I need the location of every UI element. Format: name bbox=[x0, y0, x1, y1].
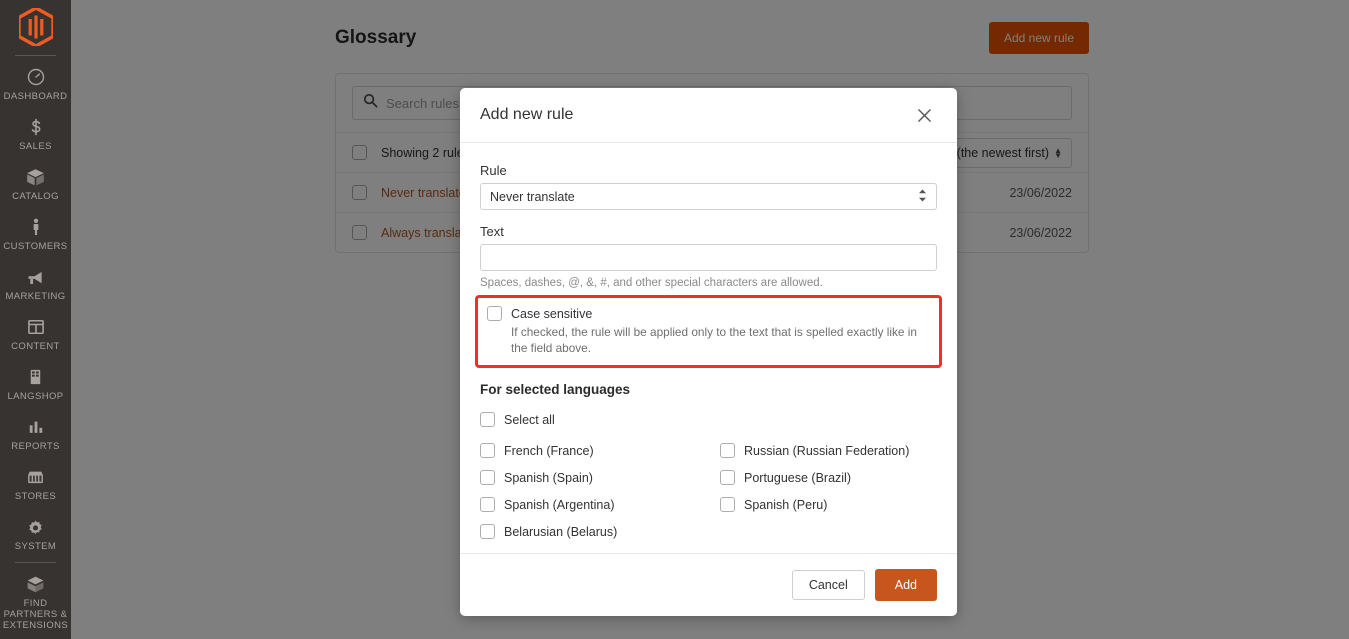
sidebar-item-label: REPORTS bbox=[11, 441, 60, 453]
select-all-languages-checkbox[interactable] bbox=[480, 412, 495, 427]
sidebar-item-label: LANGSHOP bbox=[7, 391, 64, 403]
extension-box-icon bbox=[25, 573, 46, 595]
person-icon bbox=[26, 216, 46, 238]
magento-logo-icon bbox=[18, 7, 53, 46]
modal-header: Add new rule bbox=[460, 88, 957, 143]
gauge-icon bbox=[26, 66, 46, 88]
rule-field-label: Rule bbox=[480, 163, 507, 178]
language-item[interactable]: Spanish (Peru) bbox=[720, 497, 937, 512]
select-all-languages-row[interactable]: Select all bbox=[480, 412, 937, 427]
languages-section-title: For selected languages bbox=[480, 382, 631, 397]
rule-select[interactable]: Never translate bbox=[480, 183, 937, 210]
sidebar-item-find-partners-extensions[interactable]: FIND PARTNERS & EXTENSIONS bbox=[0, 567, 71, 639]
languages-grid: French (France) Russian (Russian Federat… bbox=[480, 443, 937, 539]
app-root: Glossary Add new rule Search rules bbox=[0, 0, 1349, 639]
magento-logo[interactable] bbox=[0, 0, 71, 53]
case-sensitive-row[interactable]: Case sensitive bbox=[487, 306, 930, 321]
text-field-hint: Spaces, dashes, @, &, #, and other speci… bbox=[480, 277, 823, 289]
sidebar-item-langshop[interactable]: LANGSHOP bbox=[0, 360, 71, 410]
language-checkbox[interactable] bbox=[480, 470, 495, 485]
add-new-rule-modal: Add new rule Rule Never translate Text S… bbox=[460, 88, 957, 616]
dollar-icon bbox=[26, 116, 46, 138]
language-item[interactable]: Spanish (Spain) bbox=[480, 470, 720, 485]
sidebar-item-content[interactable]: CONTENT bbox=[0, 310, 71, 360]
language-item[interactable]: Belarusian (Belarus) bbox=[480, 524, 720, 539]
storefront-icon bbox=[25, 466, 46, 488]
add-button[interactable]: Add bbox=[874, 569, 937, 601]
sidebar-item-label: DASHBOARD bbox=[3, 91, 68, 103]
sidebar-item-label: SALES bbox=[19, 141, 52, 153]
sidebar-divider-bottom bbox=[15, 562, 56, 564]
language-item[interactable]: French (France) bbox=[480, 443, 720, 458]
language-label: French (France) bbox=[504, 443, 594, 458]
admin-sidebar: DASHBOARD SALES CATALOG CUSTOMERS MARKET… bbox=[0, 0, 71, 639]
language-item[interactable]: Spanish (Argentina) bbox=[480, 497, 720, 512]
sidebar-item-customers[interactable]: CUSTOMERS bbox=[0, 210, 71, 260]
modal-body: Rule Never translate Text Spaces, dashes… bbox=[460, 143, 957, 553]
sidebar-item-label: SYSTEM bbox=[14, 541, 57, 553]
language-label: Spanish (Argentina) bbox=[504, 497, 615, 512]
sidebar-item-sales[interactable]: SALES bbox=[0, 110, 71, 160]
megaphone-icon bbox=[25, 266, 46, 288]
sidebar-item-stores[interactable]: STORES bbox=[0, 460, 71, 510]
language-checkbox[interactable] bbox=[480, 443, 495, 458]
sidebar-item-system[interactable]: SYSTEM bbox=[0, 510, 71, 560]
text-input[interactable] bbox=[480, 244, 937, 271]
sidebar-item-dashboard[interactable]: DASHBOARD bbox=[0, 60, 71, 110]
sidebar-item-label: FIND PARTNERS & EXTENSIONS bbox=[2, 598, 69, 632]
gear-icon bbox=[25, 516, 46, 538]
language-checkbox[interactable] bbox=[720, 443, 735, 458]
stepper-arrows-icon bbox=[918, 189, 927, 205]
sidebar-item-label: CUSTOMERS bbox=[3, 241, 68, 253]
case-sensitive-label: Case sensitive bbox=[511, 307, 593, 321]
sidebar-item-label: CATALOG bbox=[12, 191, 59, 203]
language-label: Portuguese (Brazil) bbox=[744, 470, 851, 485]
language-label: Russian (Russian Federation) bbox=[744, 443, 910, 458]
language-checkbox[interactable] bbox=[720, 470, 735, 485]
text-field-label: Text bbox=[480, 224, 504, 239]
language-item[interactable]: Russian (Russian Federation) bbox=[720, 443, 937, 458]
language-label: Spanish (Spain) bbox=[504, 470, 593, 485]
langshop-icon bbox=[26, 366, 45, 388]
bar-chart-icon bbox=[26, 416, 46, 438]
sidebar-item-reports[interactable]: REPORTS bbox=[0, 410, 71, 460]
sidebar-item-catalog[interactable]: CATALOG bbox=[0, 160, 71, 210]
modal-title: Add new rule bbox=[480, 106, 574, 123]
sidebar-item-marketing[interactable]: MARKETING bbox=[0, 260, 71, 310]
sidebar-item-label: MARKETING bbox=[5, 291, 66, 303]
language-checkbox[interactable] bbox=[720, 497, 735, 512]
modal-footer: Cancel Add bbox=[460, 553, 957, 616]
case-sensitive-highlight: Case sensitive If checked, the rule will… bbox=[475, 295, 942, 368]
sidebar-item-label: STORES bbox=[14, 491, 57, 503]
sidebar-item-label: CONTENT bbox=[11, 341, 60, 353]
language-label: Belarusian (Belarus) bbox=[504, 524, 618, 539]
case-sensitive-description: If checked, the rule will be applied onl… bbox=[511, 325, 917, 355]
language-checkbox[interactable] bbox=[480, 524, 495, 539]
case-sensitive-checkbox[interactable] bbox=[487, 306, 502, 321]
language-checkbox[interactable] bbox=[480, 497, 495, 512]
select-all-languages-label: Select all bbox=[504, 412, 555, 427]
layout-icon bbox=[26, 316, 46, 338]
cancel-button[interactable]: Cancel bbox=[791, 570, 865, 600]
language-label: Spanish (Peru) bbox=[744, 497, 828, 512]
rule-select-value: Never translate bbox=[490, 189, 575, 204]
sidebar-divider bbox=[15, 55, 56, 57]
close-icon[interactable] bbox=[911, 102, 937, 128]
language-item[interactable]: Portuguese (Brazil) bbox=[720, 470, 937, 485]
box-icon bbox=[25, 166, 46, 188]
